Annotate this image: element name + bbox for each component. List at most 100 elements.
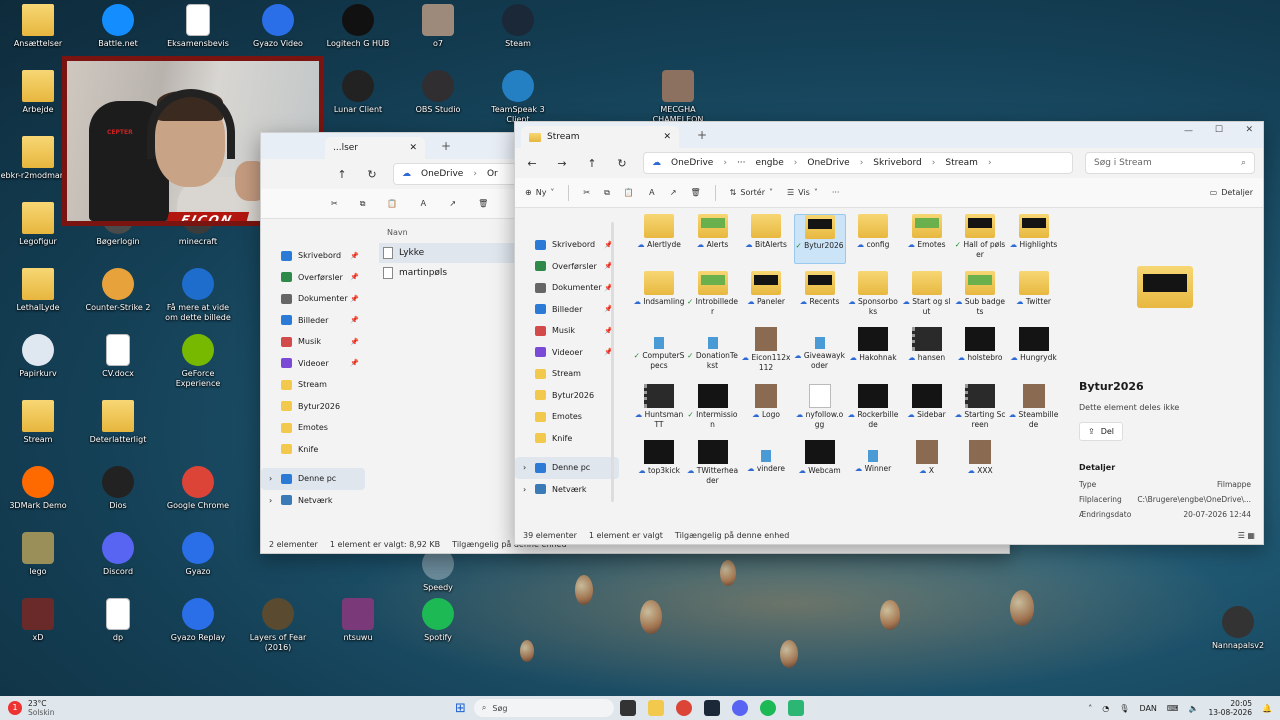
sidebar-item-stream[interactable]: Stream [261,374,365,396]
desktop-icon[interactable]: 3DMark Demo [0,466,76,511]
new-tab-button[interactable]: + [441,139,451,153]
new-tab-button[interactable]: + [697,128,707,142]
paste-icon[interactable]: 📋 [387,199,397,208]
desktop-icon[interactable]: CV.docx [80,334,156,379]
sidebar-item-overførsler[interactable]: Overførsler 📌 [261,267,365,289]
desktop-icon[interactable]: Gyazo Replay [160,598,236,643]
task-view-icon[interactable] [619,700,636,716]
sidebar-item-skrivebord[interactable]: Skrivebord 📌 [515,234,619,256]
share-button[interactable]: ⇪ Del [1079,422,1124,441]
back-tab[interactable]: ...lser ✕ [325,137,425,159]
sidebar-item-knife[interactable]: Knife [515,428,619,450]
sidebar-item-network[interactable]: › Netværk [261,490,365,512]
desktop-icon[interactable]: MECGHA CHAMELEON [640,70,716,125]
up-arrow-icon[interactable]: ↑ [333,168,351,181]
crumb[interactable]: Or [487,169,498,179]
notification-bell-icon[interactable]: 🔔 [1262,704,1272,713]
file-item[interactable]: ☁ Webcam [794,440,846,490]
sidebar-item-skrivebord[interactable]: Skrivebord 📌 [261,245,365,267]
view-button[interactable]: ☰ Vis ˅ [787,188,818,197]
sidebar-item-stream[interactable]: Stream [515,363,619,385]
crumb[interactable]: Stream [945,158,978,168]
folder-item[interactable]: ☁ Twitter [1008,270,1060,321]
file-item[interactable]: ☁ nyfollow.ogg [794,383,846,434]
file-item[interactable]: ☁ top3kick [633,440,685,490]
file-item[interactable]: ☁ Hungrydk [1008,327,1060,377]
file-item[interactable]: ☁ Starting Screen [954,383,1006,434]
file-explorer-icon[interactable] [647,700,664,716]
new-button[interactable]: ⊕ Ny ˅ [525,188,554,197]
desktop-icon[interactable]: Dios [80,466,156,511]
desktop-icon[interactable]: Speedy [400,548,476,593]
spotify-icon[interactable] [759,700,776,716]
folder-item[interactable]: ☁ Highlights [1008,214,1060,264]
desktop-icon[interactable]: Google Chrome [160,466,236,511]
chevron-right-icon[interactable]: › [269,474,272,483]
file-item[interactable]: ☁ Rockerbillede [847,383,899,434]
maximize-icon[interactable]: ☐ [1215,125,1223,135]
file-item[interactable]: ☁ Winner [847,440,899,490]
desktop-icon[interactable]: Gyazo Video [240,4,316,49]
folder-item[interactable]: ✓ Introbilleder [687,270,739,321]
folder-item[interactable]: ☁ Sub badgets [954,270,1006,321]
chrome-icon[interactable] [675,700,692,716]
chevron-up-icon[interactable]: ˄ [1088,704,1092,713]
close-tab-icon[interactable]: ✕ [409,143,417,153]
delete-icon[interactable]: 🗑 [478,199,488,208]
file-row[interactable]: martinpøls [379,263,519,283]
desktop-icon[interactable]: lego [0,532,76,577]
sidebar-scrollbar[interactable] [611,222,614,502]
wifi-icon[interactable]: ◔ [1102,704,1109,713]
desktop-icon[interactable]: xD [0,598,76,643]
clock[interactable]: 20:05 13-08-2026 [1208,699,1252,717]
file-item[interactable]: ☁ XXX [954,440,1006,490]
file-item[interactable]: ✓ Intermission [687,383,739,434]
folder-item[interactable]: ✓ Hall of pølser [954,214,1006,264]
folder-item[interactable]: ☁ BitAlerts [740,214,792,264]
search-box[interactable]: Søg i Stream ⌕ [1085,152,1255,174]
desktop-icon[interactable]: Deterlatterligt [80,400,156,445]
sidebar-item-musik[interactable]: Musik 📌 [515,320,619,342]
language-indicator[interactable]: DAN [1139,704,1156,713]
minimize-icon[interactable]: — [1184,126,1193,136]
desktop-icon[interactable]: GeForce Experience [160,334,236,389]
sidebar-item-dokumenter[interactable]: Dokumenter 📌 [515,277,619,299]
tab-stream[interactable]: Stream ✕ [521,126,679,148]
sidebar-item-bytur2026[interactable]: Bytur2026 [515,385,619,407]
file-item[interactable]: ☁ X [901,440,953,490]
desktop-icon[interactable]: Lunar Client [320,70,396,115]
refresh-icon[interactable]: ↻ [363,168,381,181]
sidebar-item-musik[interactable]: Musik 📌 [261,331,365,353]
breadcrumb[interactable]: ☁ OneDrive › ··· engbe › OneDrive › Skri… [643,152,1073,174]
folder-item[interactable]: ☁ Sponsorboks [847,270,899,321]
sidebar-item-network[interactable]: › Netværk [515,479,619,501]
desktop-icon[interactable]: dp [80,598,156,643]
taskbar-search[interactable]: ⌕ Søg [473,699,614,717]
folder-item[interactable]: ☁ Alertlyde [633,214,685,264]
windows-start-icon[interactable]: ⊞ [455,701,466,716]
sidebar-item-overførsler[interactable]: Overførsler 📌 [515,256,619,278]
share-icon[interactable]: ↗ [670,188,677,197]
file-item[interactable]: ☁ holstebro [954,327,1006,377]
sidebar-item-emotes[interactable]: Emotes [515,406,619,428]
sidebar-item-knife[interactable]: Knife [261,439,365,461]
desktop-icon[interactable]: Få mere at vide om dette billede [160,268,236,323]
file-row[interactable]: Lykke [379,243,519,263]
explorer-window-stream[interactable]: Stream ✕ + — ☐ ✕ ← → ↑ ↻ ☁ OneDrive › ··… [514,121,1264,545]
chevron-right-icon[interactable]: › [523,463,526,472]
steam-icon[interactable] [703,700,720,716]
chevron-right-icon[interactable]: › [269,496,272,505]
copy-icon[interactable]: ⧉ [360,199,366,209]
chevron-right-icon[interactable]: › [523,485,526,494]
folder-item[interactable]: ☁ Emotes [901,214,953,264]
desktop-icon[interactable]: Nannapalsv2 [1200,606,1276,651]
desktop-icon[interactable]: Counter-Strike 2 [80,268,156,313]
desktop-icon[interactable]: Stream [0,400,76,445]
list-view-icon[interactable]: ☰ ▦ [1238,531,1255,540]
volume-icon[interactable]: 🔈 [1188,704,1198,713]
refresh-icon[interactable]: ↻ [613,157,631,170]
rename-icon[interactable]: Ａ [648,187,656,198]
desktop-icon[interactable]: ntsuwu [320,598,396,643]
folder-item[interactable]: ☁ config [847,214,899,264]
file-item[interactable]: ☁ Steambillede [1008,383,1060,434]
